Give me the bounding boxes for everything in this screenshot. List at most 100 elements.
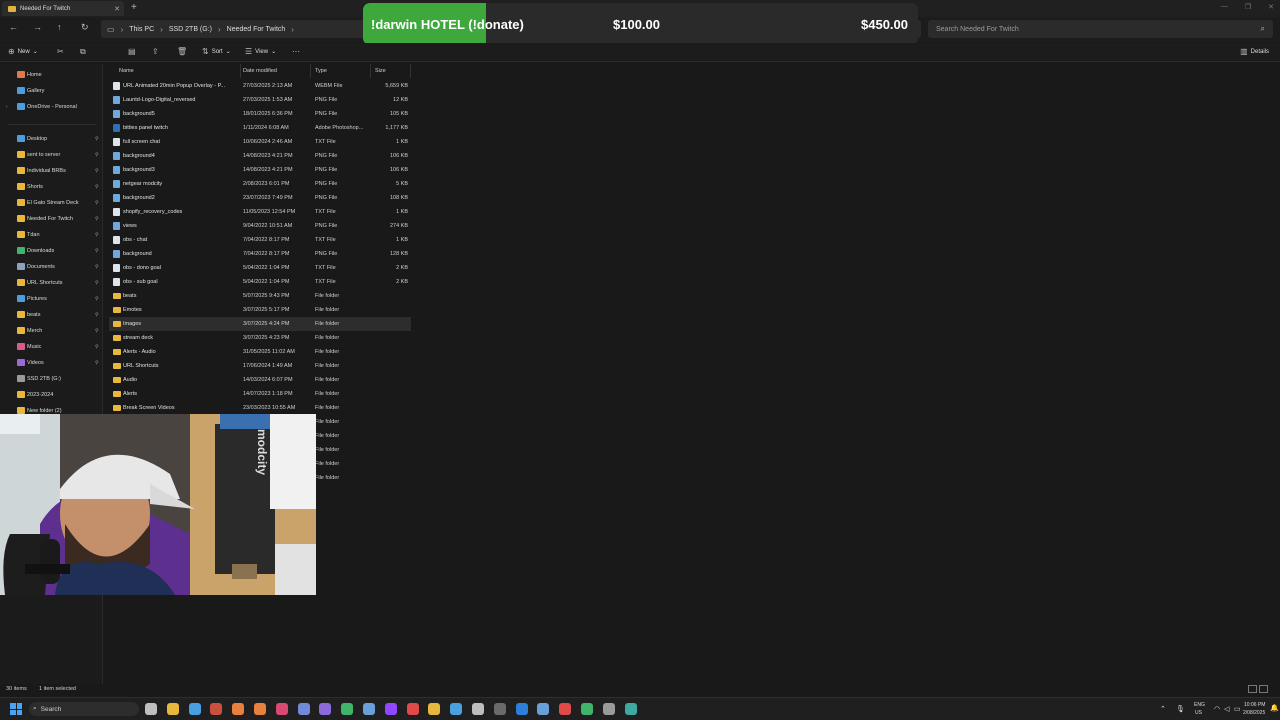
app-icon-13[interactable] bbox=[406, 703, 419, 715]
file-row[interactable]: URL Animated 20min Popup Overlay - P... 2… bbox=[109, 79, 411, 93]
app-icon-14[interactable] bbox=[428, 703, 441, 715]
breadcrumb-needed-for-twitch[interactable]: Needed For Twitch bbox=[227, 26, 286, 33]
volume-icon[interactable]: ◁ bbox=[1224, 705, 1229, 713]
app-icon-17[interactable] bbox=[493, 703, 506, 715]
file-row[interactable]: Emotes 3/07/2025 5:17 PM File folder bbox=[109, 303, 411, 317]
file-row[interactable]: background5 18/01/2025 6:36 PM PNG File 105… bbox=[109, 107, 411, 121]
file-row[interactable]: background4 14/08/2023 4:21 PM PNG File 106… bbox=[109, 149, 411, 163]
details-view-icon[interactable] bbox=[1248, 685, 1257, 693]
start-menu-icon[interactable] bbox=[10, 703, 22, 715]
sidebar-item[interactable]: Documents ⚲ bbox=[0, 260, 102, 274]
chevron-right-icon[interactable]: › bbox=[6, 104, 8, 110]
search-input[interactable]: Search Needed For Twitch ⌕ bbox=[928, 20, 1273, 38]
maximize-button[interactable]: ❐ bbox=[1245, 3, 1251, 11]
pin-icon[interactable]: ⚲ bbox=[95, 168, 99, 174]
close-window-button[interactable]: ✕ bbox=[1268, 3, 1274, 11]
sidebar-item[interactable]: beats ⚲ bbox=[0, 308, 102, 322]
sidebar-item[interactable]: Desktop ⚲ bbox=[0, 132, 102, 146]
app-icon-5[interactable] bbox=[232, 703, 245, 715]
file-row[interactable]: views 9/04/2022 10:51 AM PNG File 274 KB bbox=[109, 219, 411, 233]
pin-icon[interactable]: ⚲ bbox=[95, 360, 99, 366]
discord-icon[interactable] bbox=[297, 703, 310, 715]
settings-icon[interactable] bbox=[602, 703, 615, 715]
breadcrumb-ssd[interactable]: SSD 2TB (G:) bbox=[169, 26, 212, 33]
refresh-icon[interactable]: ↻ bbox=[81, 22, 89, 33]
view-button[interactable]: ☰ View ⌄ bbox=[245, 47, 276, 56]
sidebar-item[interactable]: Shorts ⚲ bbox=[0, 180, 102, 194]
delete-icon[interactable]: 🗑 bbox=[177, 47, 187, 56]
language-indicator[interactable]: ENG bbox=[1194, 702, 1205, 708]
sidebar-item[interactable]: Merch ⚲ bbox=[0, 324, 102, 338]
file-row[interactable]: Break Screen Videos 23/03/2023 10:55 AM Fi… bbox=[109, 401, 411, 415]
file-row[interactable]: Alerts 14/07/2023 1:18 PM File folder bbox=[109, 387, 411, 401]
pin-icon[interactable]: ⚲ bbox=[95, 264, 99, 270]
sidebar-item[interactable]: URL Shortcuts ⚲ bbox=[0, 276, 102, 290]
file-row[interactable]: URL Shortcuts 17/06/2024 1:49 AM File fold… bbox=[109, 359, 411, 373]
task-view-icon[interactable] bbox=[145, 703, 157, 715]
column-divider[interactable] bbox=[370, 64, 371, 78]
sidebar-item[interactable]: › OneDrive - Personal bbox=[0, 100, 102, 114]
app-icon-18[interactable] bbox=[515, 703, 528, 715]
microphone-icon[interactable]: 🎙 bbox=[1176, 705, 1185, 713]
file-row[interactable]: obs - chat 7/04/2022 8:17 PM TXT File 1 KB bbox=[109, 233, 411, 247]
file-row[interactable]: shopify_recovery_codes 11/05/2023 12:54 P… bbox=[109, 205, 411, 219]
column-header-type[interactable]: Type bbox=[315, 68, 327, 74]
sidebar-item[interactable]: SSD 2TB (G:) bbox=[0, 372, 102, 386]
copy-icon[interactable]: ⧉ bbox=[80, 47, 86, 57]
file-row[interactable]: Images 3/07/2025 4:24 PM File folder bbox=[109, 317, 411, 331]
file-explorer-icon[interactable] bbox=[166, 703, 179, 715]
app-icon-21[interactable] bbox=[581, 703, 593, 715]
app-icon-19[interactable] bbox=[537, 703, 550, 715]
sidebar-item[interactable]: Downloads ⚲ bbox=[0, 244, 102, 258]
clock-date[interactable]: 2/08/2025 bbox=[1243, 710, 1265, 716]
close-tab-icon[interactable]: ✕ bbox=[114, 5, 120, 13]
file-row[interactable]: Audio 14/03/2024 6:07 PM File folder bbox=[109, 373, 411, 387]
column-divider[interactable] bbox=[310, 64, 311, 78]
battery-icon[interactable]: ▭ bbox=[1234, 705, 1241, 713]
tray-overflow-icon[interactable]: ⌃ bbox=[1160, 705, 1166, 713]
pin-icon[interactable]: ⚲ bbox=[95, 344, 99, 350]
file-row[interactable]: stream deck 3/07/2025 4:23 PM File folder bbox=[109, 331, 411, 345]
share-icon[interactable]: ⇪ bbox=[152, 47, 159, 56]
file-row[interactable]: obs - dono goal 5/04/2022 1:04 PM TXT File… bbox=[109, 261, 411, 275]
pin-icon[interactable]: ⚲ bbox=[95, 152, 99, 158]
sidebar-item[interactable]: Needed For Twitch ⚲ bbox=[0, 212, 102, 226]
new-tab-button[interactable]: + bbox=[131, 2, 137, 13]
app-icon-15[interactable] bbox=[450, 703, 463, 715]
tiles-view-icon[interactable] bbox=[1259, 685, 1268, 693]
sidebar-item[interactable]: Individual BRBs ⚲ bbox=[0, 164, 102, 178]
pin-icon[interactable]: ⚲ bbox=[95, 136, 99, 142]
sidebar-item[interactable]: Tdan ⚲ bbox=[0, 228, 102, 242]
file-row[interactable]: background 7/04/2022 8:17 PM PNG File 128 K… bbox=[109, 247, 411, 261]
steam-icon[interactable] bbox=[363, 703, 375, 715]
breadcrumb-this-pc[interactable]: This PC bbox=[129, 26, 154, 33]
file-row[interactable]: netgear modcity 2/08/2023 6:01 PM PNG File… bbox=[109, 177, 411, 191]
app-icon-10[interactable] bbox=[341, 703, 354, 715]
chrome-icon[interactable] bbox=[188, 703, 201, 715]
file-row[interactable]: background3 14/08/2023 4:21 PM PNG File 106… bbox=[109, 163, 411, 177]
pin-icon[interactable]: ⚲ bbox=[95, 280, 99, 286]
pin-icon[interactable]: ⚲ bbox=[95, 216, 99, 222]
sidebar-item[interactable]: Home bbox=[0, 68, 102, 82]
pin-icon[interactable]: ⚲ bbox=[95, 328, 99, 334]
column-header-date[interactable]: Date modified bbox=[243, 68, 277, 74]
more-options-button[interactable]: ··· bbox=[292, 47, 300, 56]
column-divider[interactable] bbox=[410, 64, 411, 78]
pin-icon[interactable]: ⚲ bbox=[95, 184, 99, 190]
file-row[interactable]: bitties panel twitch 1/11/2024 6:08 AM Ado… bbox=[109, 121, 411, 135]
sidebar-item[interactable]: El Gato Stream Deck ⚲ bbox=[0, 196, 102, 210]
file-row[interactable]: Launtd-Logo-Digital_reversed 27/03/2025 1… bbox=[109, 93, 411, 107]
cut-icon[interactable]: ✂ bbox=[57, 47, 64, 56]
pin-icon[interactable]: ⚲ bbox=[95, 312, 99, 318]
file-row[interactable]: beats 5/07/2025 9:43 PM File folder bbox=[109, 289, 411, 303]
forward-arrow-icon[interactable]: → bbox=[33, 22, 42, 32]
sidebar-item[interactable]: Gallery bbox=[0, 84, 102, 98]
pin-icon[interactable]: ⚲ bbox=[95, 296, 99, 302]
app-icon-7[interactable] bbox=[275, 703, 288, 715]
sidebar-item[interactable]: Videos ⚲ bbox=[0, 356, 102, 370]
pin-icon[interactable]: ⚲ bbox=[95, 232, 99, 238]
twitch-icon[interactable] bbox=[384, 703, 397, 715]
back-arrow-icon[interactable]: ← bbox=[9, 22, 18, 32]
column-header-name[interactable]: Name bbox=[119, 68, 134, 74]
app-icon-16[interactable] bbox=[472, 703, 484, 715]
